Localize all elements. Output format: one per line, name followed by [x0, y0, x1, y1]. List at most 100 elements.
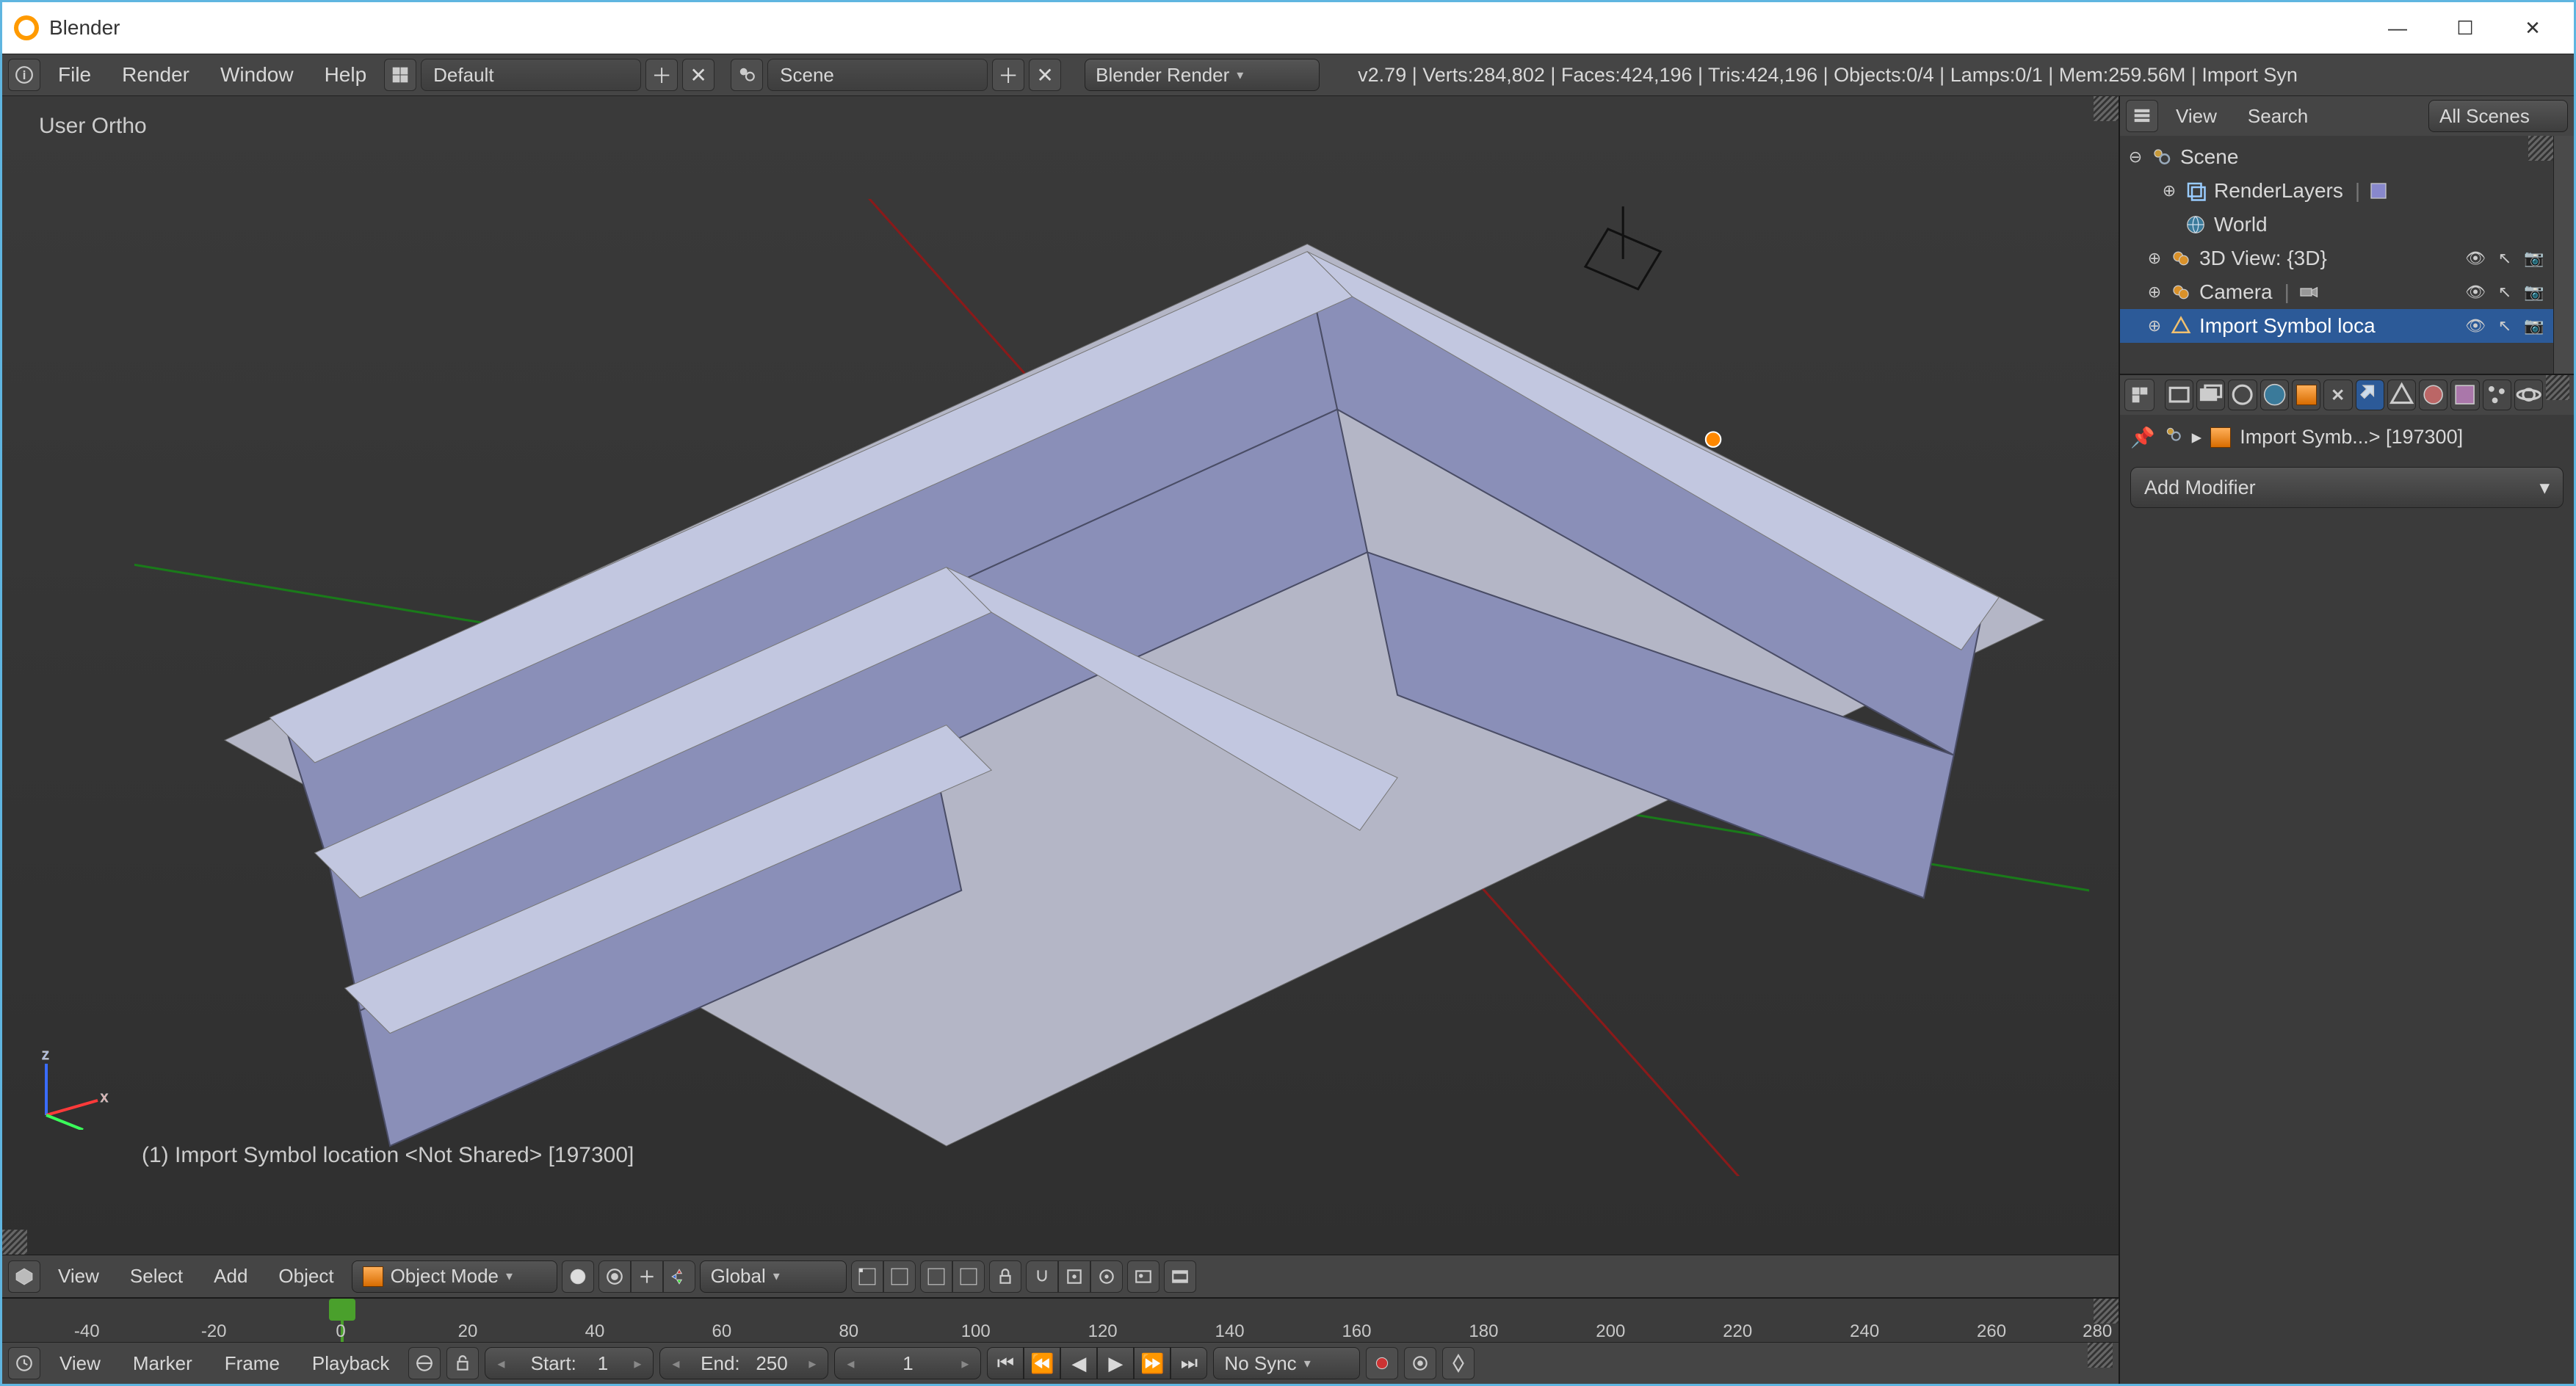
scene-add-button[interactable]: ＋: [992, 59, 1024, 91]
play-reverse-button[interactable]: ◀: [1060, 1347, 1097, 1379]
tab-render-layers[interactable]: [2196, 380, 2225, 410]
area-gripper-icon[interactable]: [2094, 1299, 2119, 1324]
expander-icon[interactable]: ⊕: [2146, 283, 2163, 302]
expander-icon[interactable]: ⊕: [2146, 249, 2163, 268]
jump-start-button[interactable]: ⏮: [987, 1347, 1024, 1379]
tab-texture[interactable]: [2450, 380, 2479, 410]
tab-particles[interactable]: [2483, 380, 2511, 410]
layers-group-c[interactable]: [920, 1260, 952, 1293]
restrict-select-button[interactable]: ↖: [2493, 280, 2517, 304]
scene-browse-button[interactable]: [731, 59, 763, 91]
viewport-menu-add[interactable]: Add: [200, 1260, 261, 1293]
outliner-row-camera[interactable]: ⊕ Camera | 👁 ↖ 📷: [2120, 275, 2553, 309]
restrict-select-button[interactable]: ↖: [2493, 314, 2517, 338]
menu-window[interactable]: Window: [207, 59, 307, 91]
outliner-filter-dropdown[interactable]: All Scenes: [2428, 100, 2568, 132]
screen-layout-field[interactable]: Default: [421, 59, 641, 91]
pin-icon[interactable]: 📌: [2130, 426, 2155, 449]
outliner-tree[interactable]: ⊖ Scene ⊕ RenderLayers |: [2120, 136, 2553, 374]
scene-remove-button[interactable]: ✕: [1029, 59, 1061, 91]
outliner-menu-view[interactable]: View: [2163, 100, 2230, 132]
tab-modifiers[interactable]: [2356, 380, 2384, 410]
outliner-editor-type-button[interactable]: [2126, 100, 2158, 132]
3d-viewport[interactable]: User Ortho: [2, 96, 2119, 1255]
restrict-render-button[interactable]: 📷: [2522, 314, 2546, 338]
area-gripper-icon[interactable]: [2546, 375, 2569, 400]
play-button[interactable]: ▶: [1097, 1347, 1134, 1379]
restrict-render-button[interactable]: 📷: [2522, 280, 2546, 304]
next-keyframe-button[interactable]: ⏩: [1134, 1347, 1171, 1379]
expander-icon[interactable]: ⊕: [2161, 181, 2177, 200]
screen-layout-browse-button[interactable]: [384, 59, 416, 91]
current-frame-field[interactable]: ◂ 1 ▸: [834, 1347, 981, 1379]
outliner-row-renderlayers[interactable]: ⊕ RenderLayers |: [2120, 174, 2553, 208]
menu-file[interactable]: File: [45, 59, 104, 91]
jump-end-button[interactable]: ⏭: [1171, 1347, 1207, 1379]
layers-group-d[interactable]: [952, 1260, 985, 1293]
lock-camera-button[interactable]: [989, 1260, 1021, 1293]
properties-editor-type-button[interactable]: [2124, 379, 2154, 411]
render-engine-dropdown[interactable]: Blender Render ▾: [1085, 59, 1320, 91]
menu-help[interactable]: Help: [311, 59, 380, 91]
area-gripper-icon[interactable]: [2528, 136, 2553, 161]
tab-scene[interactable]: [2228, 380, 2257, 410]
restrict-render-button[interactable]: 📷: [2522, 247, 2546, 270]
outliner-row-3dview[interactable]: ⊕ 3D View: {3D} 👁 ↖ 📷: [2120, 242, 2553, 275]
timeline-menu-playback[interactable]: Playback: [299, 1347, 403, 1379]
scene-name-field[interactable]: Scene: [767, 59, 988, 91]
end-frame-field[interactable]: ◂ End: 250 ▸: [659, 1347, 828, 1379]
sync-mode-dropdown[interactable]: No Sync ▾: [1213, 1347, 1360, 1379]
layers-group-b[interactable]: [883, 1260, 916, 1293]
orientation-dropdown[interactable]: Global ▾: [700, 1260, 847, 1293]
pivot-center-button[interactable]: [598, 1260, 631, 1293]
tab-render[interactable]: [2165, 380, 2193, 410]
manipulator-translate-button[interactable]: [663, 1260, 695, 1293]
timeline-editor-type-button[interactable]: [8, 1347, 40, 1379]
keying-record-button[interactable]: [1366, 1347, 1398, 1379]
timeline-menu-view[interactable]: View: [46, 1347, 114, 1379]
start-frame-field[interactable]: ◂ Start: 1 ▸: [485, 1347, 654, 1379]
tab-constraints[interactable]: [2323, 380, 2352, 410]
area-gripper-icon[interactable]: [2088, 1343, 2113, 1368]
opengl-render-anim-button[interactable]: [1164, 1260, 1196, 1293]
timeline-ruler[interactable]: -40 -20 0 20 40 60 80 100 120 140 160 18…: [2, 1299, 2119, 1343]
restrict-view-button[interactable]: 👁: [2464, 280, 2487, 304]
keying-set-button[interactable]: [1404, 1347, 1436, 1379]
tab-material[interactable]: [2419, 380, 2447, 410]
area-gripper-icon[interactable]: [2094, 96, 2119, 121]
manipulator-toggle-button[interactable]: [631, 1260, 663, 1293]
restrict-select-button[interactable]: ↖: [2493, 247, 2517, 270]
prev-keyframe-button[interactable]: ⏪: [1024, 1347, 1060, 1379]
expander-icon[interactable]: ⊕: [2146, 316, 2163, 335]
outliner-row-world[interactable]: World: [2120, 208, 2553, 242]
timeline-menu-marker[interactable]: Marker: [120, 1347, 206, 1379]
close-button[interactable]: ✕: [2499, 7, 2566, 48]
keying-insert-button[interactable]: [1442, 1347, 1475, 1379]
expander-icon[interactable]: ⊖: [2127, 148, 2143, 167]
outliner-menu-search[interactable]: Search: [2235, 100, 2321, 132]
restrict-view-button[interactable]: 👁: [2464, 314, 2487, 338]
layer-buttons-a[interactable]: [851, 1260, 916, 1293]
layer-buttons-b[interactable]: [920, 1260, 985, 1293]
tab-physics[interactable]: [2514, 380, 2543, 410]
viewport-menu-view[interactable]: View: [45, 1260, 112, 1293]
outliner-row-scene[interactable]: ⊖ Scene: [2120, 140, 2553, 174]
viewport-menu-object[interactable]: Object: [265, 1260, 347, 1293]
add-modifier-button[interactable]: Add Modifier ▾: [2130, 467, 2564, 508]
maximize-button[interactable]: ☐: [2431, 7, 2499, 48]
restrict-view-button[interactable]: 👁: [2464, 247, 2487, 270]
snap-element-button[interactable]: [1058, 1260, 1090, 1293]
tab-world[interactable]: [2260, 380, 2289, 410]
area-gripper-icon[interactable]: [2, 1230, 27, 1255]
snap-toggle-button[interactable]: [1026, 1260, 1058, 1293]
proportional-edit-button[interactable]: [1090, 1260, 1123, 1293]
mode-dropdown[interactable]: Object Mode ▾: [352, 1260, 557, 1293]
timeline-menu-frame[interactable]: Frame: [211, 1347, 293, 1379]
shading-mode-button[interactable]: [562, 1260, 594, 1293]
screen-layout-add-button[interactable]: ＋: [645, 59, 678, 91]
opengl-render-image-button[interactable]: [1127, 1260, 1159, 1293]
tab-object[interactable]: [2292, 380, 2320, 410]
auto-keyframe-button[interactable]: [446, 1347, 479, 1379]
minimize-button[interactable]: —: [2364, 7, 2431, 48]
range-lock-button[interactable]: [408, 1347, 441, 1379]
